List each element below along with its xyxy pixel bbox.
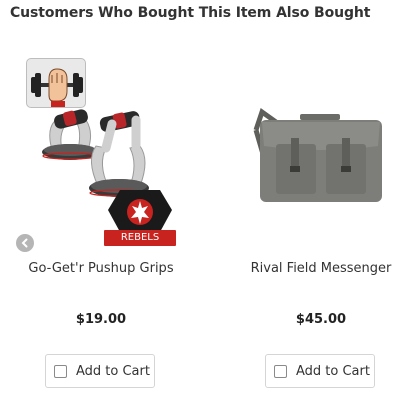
add-to-cart-checkbox[interactable] [54,364,67,378]
product-image-field-messenger[interactable] [246,50,396,250]
product-name[interactable]: Rival Field Messenger [236,261,400,276]
carousel-prev-button[interactable] [16,234,34,252]
add-to-cart-label: Add to Cart [296,363,370,379]
section-title: Customers Who Bought This Item Also Boug… [10,5,371,21]
add-to-cart-button[interactable]: Add to Cart [45,354,155,388]
product-price: $45.00 [295,312,347,327]
product-name[interactable]: Go-Get'r Pushup Grips [16,261,186,276]
rebels-label: REBELS [104,230,176,246]
product-image-pushup-grips[interactable]: REBELS [26,50,176,250]
rebel-alliance-icon [108,190,172,232]
add-to-cart-checkbox[interactable] [274,364,287,378]
product-card: REBELS Go-Get'r Pushup Grips $19.00 Add … [26,50,176,400]
messenger-bag-image [253,107,382,202]
dumbbell-fist-icon [26,58,86,108]
chevron-left-icon [21,238,28,248]
product-card: Rival Field Messenger $45.00 Add to Cart [246,50,396,400]
add-to-cart-button[interactable]: Add to Cart [265,354,375,388]
product-price: $19.00 [75,312,127,327]
rebels-badge: REBELS [104,186,176,250]
add-to-cart-label: Add to Cart [76,363,150,379]
